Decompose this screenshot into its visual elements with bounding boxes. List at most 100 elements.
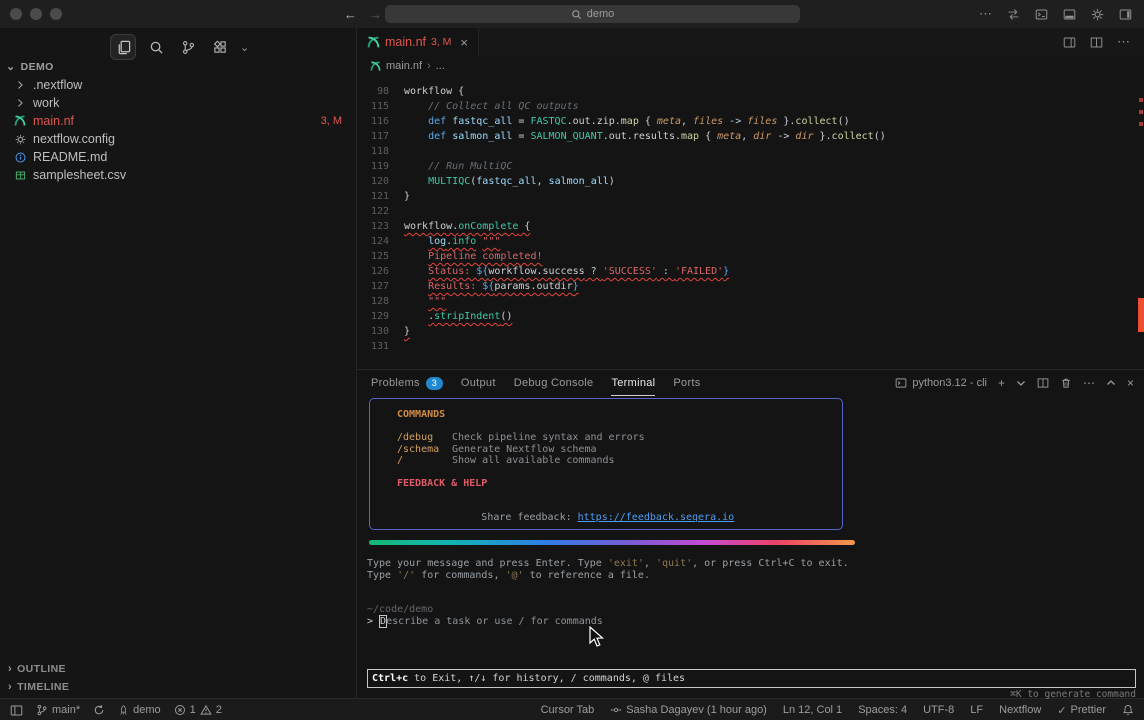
explorer-icon[interactable] bbox=[110, 34, 136, 60]
layout-toggle-icon[interactable] bbox=[10, 704, 23, 717]
mouse-cursor bbox=[588, 626, 606, 648]
status-cursor-tab[interactable]: Cursor Tab bbox=[541, 704, 595, 716]
tree-item-nextflow-config[interactable]: nextflow.config bbox=[0, 130, 356, 148]
panel-tab-output[interactable]: Output bbox=[461, 370, 496, 396]
command-name: /schema bbox=[397, 444, 452, 456]
split-terminal-icon[interactable] bbox=[1037, 377, 1049, 389]
line-number: 120 bbox=[357, 174, 389, 189]
status-eol[interactable]: LF bbox=[970, 704, 983, 716]
command-name: / bbox=[397, 455, 452, 467]
code-line: 118 bbox=[357, 144, 1144, 159]
explorer-section-header[interactable]: ⌄ DEMO bbox=[6, 60, 54, 73]
line-number: 128 bbox=[357, 294, 389, 309]
status-position[interactable]: Ln 12, Col 1 bbox=[783, 704, 842, 716]
notifications-bell-icon[interactable] bbox=[1122, 704, 1134, 716]
layout-sidebar-right-icon[interactable] bbox=[1119, 8, 1132, 21]
outline-section[interactable]: › OUTLINE bbox=[0, 660, 356, 678]
status-branch[interactable]: main* bbox=[36, 704, 80, 716]
code-line: 98workflow { bbox=[357, 84, 1144, 99]
chevron-down-icon[interactable] bbox=[1016, 378, 1026, 388]
line-number: 122 bbox=[357, 204, 389, 219]
panel-tab-ports[interactable]: Ports bbox=[673, 370, 700, 396]
status-language[interactable]: Nextflow bbox=[999, 704, 1041, 716]
command-center-search[interactable]: demo bbox=[385, 5, 800, 23]
toggle-layout-icon[interactable] bbox=[1063, 36, 1076, 49]
tree-item-work[interactable]: work bbox=[0, 94, 356, 112]
extensions-icon[interactable] bbox=[208, 35, 232, 59]
command-description: Generate Nextflow schema bbox=[452, 444, 597, 456]
shell-label: python3.12 - cli bbox=[912, 377, 987, 389]
file-tree: .nextflowworkmain.nf3, Mnextflow.configR… bbox=[0, 76, 356, 184]
line-number: 126 bbox=[357, 264, 389, 279]
terminal-icon[interactable] bbox=[1035, 8, 1048, 21]
maximize-panel-icon[interactable] bbox=[1106, 378, 1116, 388]
warning-icon bbox=[200, 704, 212, 716]
timeline-section[interactable]: › TIMELINE bbox=[0, 678, 356, 696]
line-number: 117 bbox=[357, 129, 389, 144]
minimize-window-button[interactable] bbox=[30, 8, 42, 20]
overview-ruler[interactable] bbox=[1137, 76, 1144, 369]
more-actions-icon[interactable]: ⋯ bbox=[1083, 376, 1095, 390]
split-editor-icon[interactable] bbox=[1090, 36, 1103, 49]
terminal-content[interactable]: COMMANDS /debugCheck pipeline syntax and… bbox=[357, 396, 1144, 698]
command-name: /debug bbox=[397, 432, 452, 444]
panel-tab-problems[interactable]: Problems3 bbox=[371, 370, 443, 396]
search-view-icon[interactable] bbox=[144, 35, 168, 59]
terminal-prompt[interactable]: > D escribe a task or use / for commands bbox=[367, 616, 603, 627]
shell-icon bbox=[895, 377, 907, 389]
line-number: 116 bbox=[357, 114, 389, 129]
terminal-profile[interactable]: python3.12 - cli bbox=[895, 377, 987, 389]
line-number: 130 bbox=[357, 324, 389, 339]
kill-terminal-icon[interactable] bbox=[1060, 377, 1072, 389]
breadcrumb: main.nf › ... bbox=[357, 56, 1144, 76]
more-actions-icon[interactable]: ⋯ bbox=[1117, 34, 1130, 50]
panel-tab-debug-console[interactable]: Debug Console bbox=[514, 370, 594, 396]
tree-item-samplesheet-csv[interactable]: samplesheet.csv bbox=[0, 166, 356, 184]
chevron-right-icon: › bbox=[8, 663, 12, 675]
status-blame[interactable]: Sasha Dagayev (1 hour ago) bbox=[610, 704, 767, 716]
breadcrumb-item[interactable]: ... bbox=[436, 60, 445, 72]
section-title: TIMELINE bbox=[17, 681, 69, 693]
error-icon bbox=[174, 704, 186, 716]
line-number: 124 bbox=[357, 234, 389, 249]
tree-item-main-nf[interactable]: main.nf3, M bbox=[0, 112, 356, 130]
line-number: 131 bbox=[357, 339, 389, 354]
chevron-down-icon: ⌄ bbox=[6, 60, 16, 73]
sync-icon[interactable] bbox=[93, 704, 105, 716]
status-diagnostics[interactable]: 1 2 bbox=[174, 704, 222, 716]
feedback-link[interactable]: https://feedback.seqera.io bbox=[578, 512, 735, 523]
tree-item-readme-md[interactable]: README.md bbox=[0, 148, 356, 166]
terminal-hint-bar[interactable]: Ctrl+c to Exit, ↑/↓ for history, / comma… bbox=[367, 669, 1136, 688]
source-control-icon[interactable] bbox=[176, 35, 200, 59]
sidebar: ⌄ ⌄ DEMO .nextflowworkmain.nf3, Mnextflo… bbox=[0, 28, 357, 698]
breadcrumb-item[interactable]: main.nf bbox=[386, 60, 422, 72]
code-line: 129 .stripIndent() bbox=[357, 309, 1144, 324]
forward-button[interactable]: → bbox=[369, 7, 382, 22]
chevron-down-icon[interactable]: ⌄ bbox=[240, 41, 249, 54]
close-window-button[interactable] bbox=[10, 8, 22, 20]
close-panel-icon[interactable]: × bbox=[1127, 376, 1134, 390]
code-line: 121} bbox=[357, 189, 1144, 204]
code-editor[interactable]: 98workflow {115 // Collect all QC output… bbox=[357, 76, 1144, 369]
back-button[interactable]: ← bbox=[344, 7, 357, 22]
close-tab-icon[interactable]: × bbox=[460, 35, 468, 50]
titlebar: ← → demo ⋯ bbox=[0, 0, 1144, 28]
chevron-right-icon bbox=[13, 80, 27, 90]
code-line: 119 // Run MultiQC bbox=[357, 159, 1144, 174]
panel-tab-terminal[interactable]: Terminal bbox=[611, 370, 655, 396]
diff-icon[interactable] bbox=[1007, 8, 1020, 21]
command-item: /debugCheck pipeline syntax and errors bbox=[397, 432, 645, 444]
zoom-window-button[interactable] bbox=[50, 8, 62, 20]
tree-item--nextflow[interactable]: .nextflow bbox=[0, 76, 356, 94]
config-icon bbox=[13, 134, 27, 145]
line-number: 129 bbox=[357, 309, 389, 324]
status-encoding[interactable]: UTF-8 bbox=[923, 704, 954, 716]
gear-icon[interactable] bbox=[1091, 8, 1104, 21]
more-actions-icon[interactable]: ⋯ bbox=[979, 6, 992, 22]
new-terminal-icon[interactable]: + bbox=[998, 376, 1005, 390]
status-formatter[interactable]: ✓ Prettier bbox=[1057, 704, 1106, 717]
tab-main-nf[interactable]: main.nf 3, M × bbox=[357, 28, 479, 56]
status-indentation[interactable]: Spaces: 4 bbox=[858, 704, 907, 716]
status-project[interactable]: demo bbox=[118, 704, 161, 716]
layout-panel-icon[interactable] bbox=[1063, 8, 1076, 21]
